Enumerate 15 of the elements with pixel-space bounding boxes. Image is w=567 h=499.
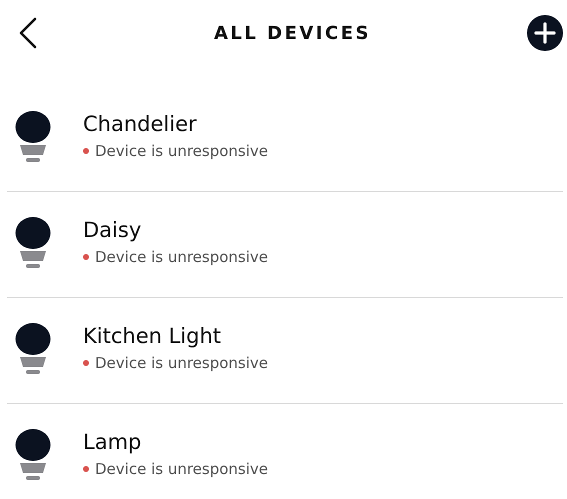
add-icon[interactable] (526, 15, 563, 51)
status-dot (83, 466, 89, 472)
device-status: Device is unresponsive (95, 248, 268, 266)
status-dot (83, 254, 89, 260)
device-name[interactable]: Daisy (83, 218, 268, 242)
device-status: Device is unresponsive (95, 460, 268, 478)
page-title: ALL DEVICES (214, 22, 371, 44)
device-status: Device is unresponsive (95, 354, 268, 372)
back-icon[interactable] (18, 17, 38, 49)
device-name[interactable]: Kitchen Light (83, 324, 268, 348)
device-name[interactable]: Chandelier (83, 112, 268, 136)
device-status: Device is unresponsive (95, 142, 268, 160)
status-dot (83, 148, 89, 154)
device-name[interactable]: Lamp (83, 430, 268, 454)
status-dot (83, 360, 89, 366)
